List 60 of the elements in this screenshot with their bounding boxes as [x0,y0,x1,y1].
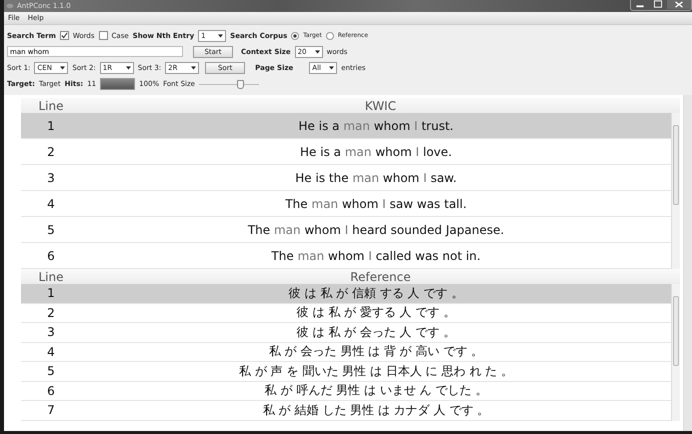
checkbox[interactable] [60,31,69,40]
table-row[interactable]: 2 彼 は 私 が 愛する 人 です 。 [21,304,671,323]
scrollbar[interactable] [671,284,680,420]
reference-line: 私 が 声 を 聞いた 男性 は 日本人 に 思わ れ た 。 [238,362,514,380]
concordance-line: He is the man whom I saw. [294,170,458,184]
table-row[interactable]: 5 私 が 声 を 聞いた 男性 は 日本人 に 思わ れ た 。 [21,362,671,382]
table-row[interactable]: 1 彼 は 私 が 信頼 する 人 です 。 [21,284,671,304]
caret-icon [329,66,334,70]
scrollbar[interactable] [671,113,680,269]
table-row[interactable]: 4 The man whom I saw was tall. [21,191,671,217]
line-number: 6 [46,248,56,262]
caret-icon [126,66,131,70]
concordance-line: The man whom I heard sounded Japanese. [246,222,506,236]
column-header[interactable]: KWIC [81,98,680,112]
concordance-line: He is a man whom I love. [299,144,453,158]
line-number: 5 [46,364,56,378]
reference-line: 彼 は 私 が 愛する 人 です 。 [296,304,456,322]
reference-line: 私 が 結婚 した 男性 は カナダ 人 です 。 [262,402,490,419]
line-number: 4 [46,344,56,359]
radio-button[interactable] [291,32,300,40]
slider-thumb[interactable] [236,80,244,88]
reference-line: 彼 は 私 が 信頼 する 人 です 。 [288,284,464,302]
line-number: 1 [46,286,56,300]
table-row[interactable]: 5 The man whom I heard sounded Japanese. [21,217,671,243]
reference-line: 私 が 会った 男性 は 背 が 高い です 。 [268,343,484,360]
close-icon[interactable] [667,0,691,9]
table-row[interactable]: 4 私 が 会った 男性 は 背 が 高い です 。 [21,342,671,362]
caret-icon [60,66,66,70]
concordance-line: The man whom I saw was tall. [284,196,468,210]
concordance-line: The man whom I called was not in. [270,248,482,262]
table-row[interactable]: 2 He is a man whom I love. [21,139,671,165]
concordance-line: He is a man whom I trust. [298,118,454,132]
radio-button[interactable] [326,32,334,40]
reference-line: 私 が 呼んだ 男性 は いませ ん でした 。 [264,382,488,400]
caret-icon [314,50,320,54]
line-number: 4 [46,196,56,210]
line-number: 3 [46,325,56,340]
table-row[interactable]: 3 彼 は 私 が 会った 人 です 。 [21,323,671,342]
column-header[interactable]: Line [21,270,81,284]
table-row[interactable]: 7 私 が 結婚 した 男性 は カナダ 人 です 。 [21,401,671,420]
table-row[interactable]: 3 He is the man whom I saw. [21,165,671,191]
column-header[interactable]: Reference [81,270,680,284]
line-number: 7 [46,403,56,418]
line-number: 2 [46,144,56,158]
table-row[interactable]: 6 私 が 呼んだ 男性 は いませ ん でした 。 [21,382,671,401]
line-number: 1 [46,118,56,132]
column-header[interactable]: Line [21,98,81,112]
scrollbar[interactable] [683,95,692,431]
app-icon [6,3,14,9]
reference-line: 彼 は 私 が 会った 人 です 。 [296,324,456,341]
line-number: 3 [46,170,56,184]
table-row[interactable]: 1 He is a man whom I trust. [21,113,671,139]
line-number: 6 [46,384,56,398]
caret-icon [218,34,224,38]
checkbox[interactable] [98,31,108,40]
line-number: 2 [46,306,56,320]
font-size-slider[interactable] [198,78,259,90]
checkmark-icon [60,32,68,39]
line-number: 5 [46,222,56,236]
caret-icon [191,66,196,70]
